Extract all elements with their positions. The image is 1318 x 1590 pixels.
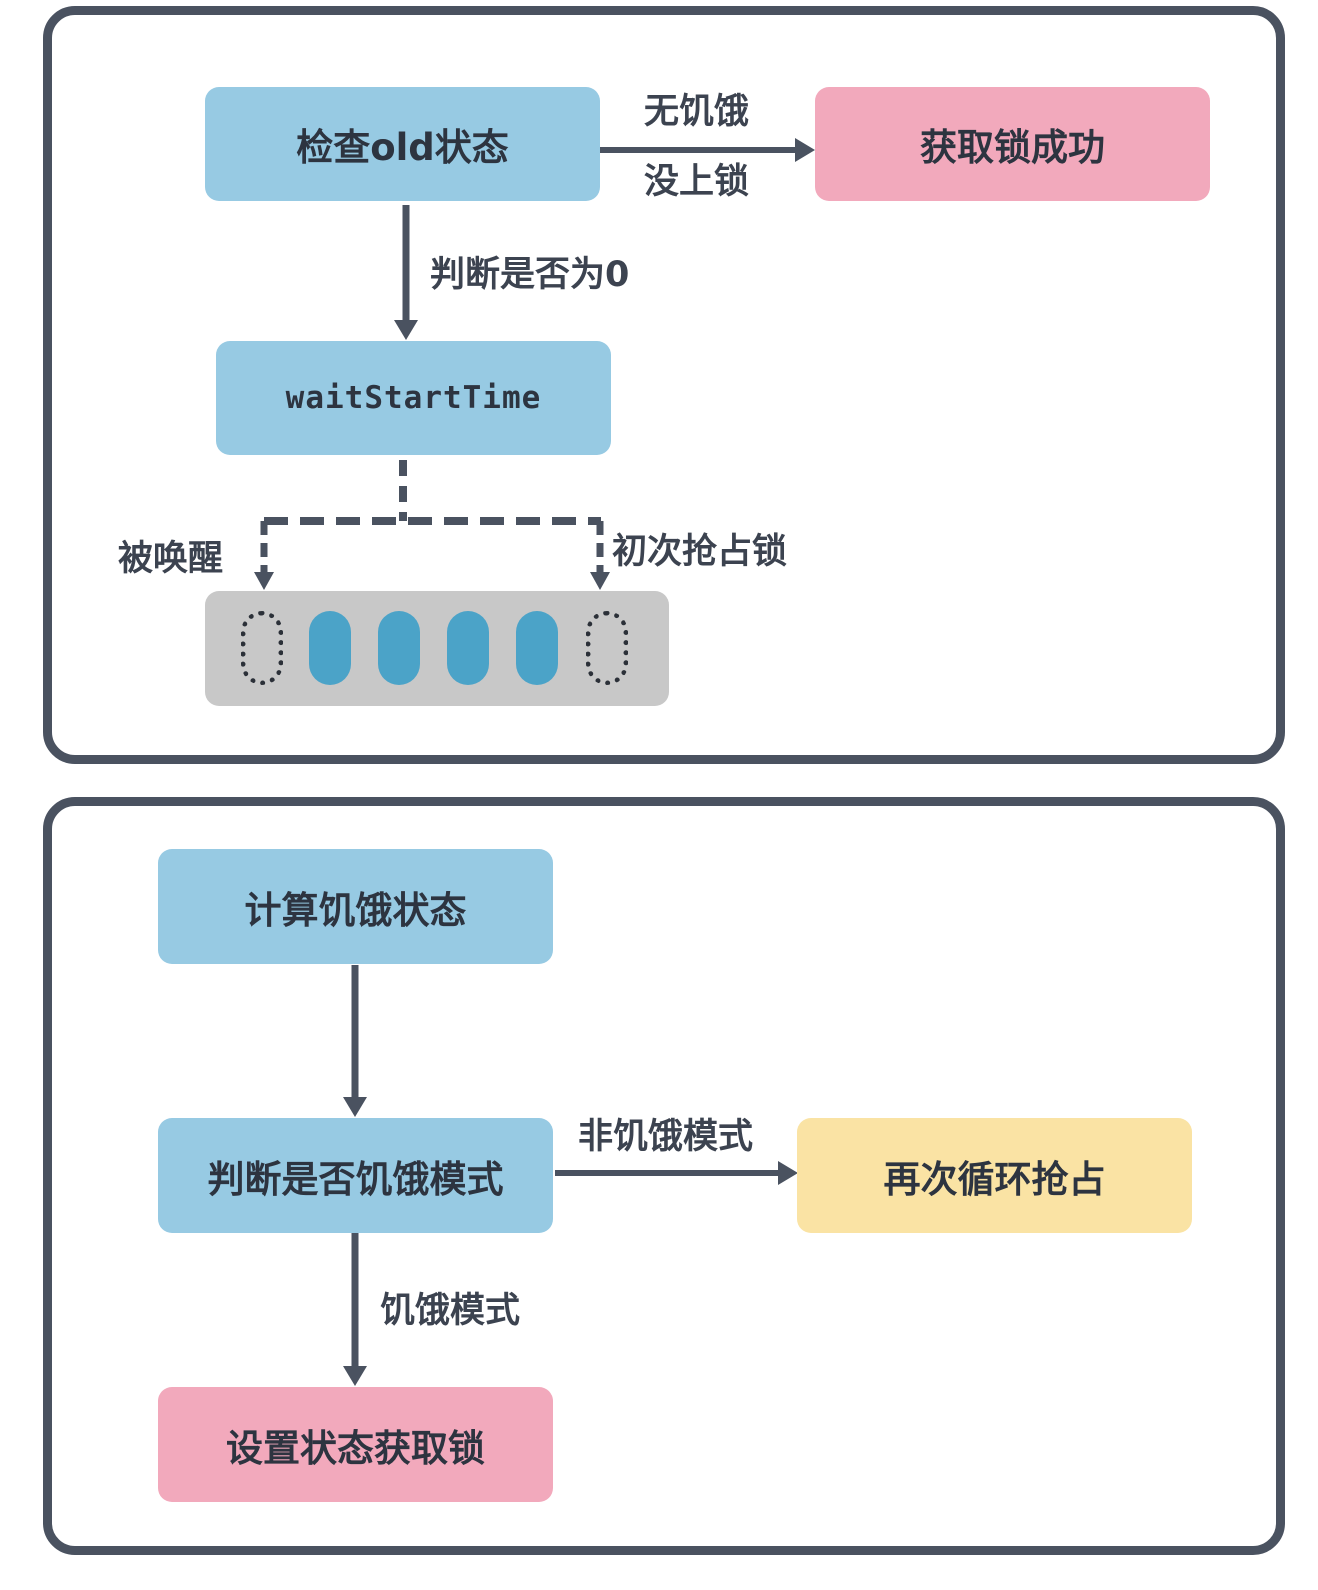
node-retry-grab-text: 再次循环抢占	[883, 1157, 1106, 1201]
queue-slot-empty	[241, 611, 283, 685]
node-compute-starving-text: 计算饥饿状态	[244, 888, 467, 932]
node-check-starving-mode: 判断是否饥饿模式	[158, 1118, 553, 1233]
queue-slot-waiter	[309, 611, 351, 685]
node-wait-start-time-text: waitStartTime	[285, 380, 542, 416]
wait-queue	[205, 591, 669, 706]
node-set-state-acquire: 设置状态获取锁	[158, 1387, 553, 1502]
label-starving: 饥饿模式	[380, 1291, 521, 1331]
label-not-starving: 无饥饿	[644, 92, 750, 132]
label-non-starving: 非饥饿模式	[578, 1117, 754, 1157]
node-wait-start-time: waitStartTime	[216, 341, 611, 455]
node-acquire-lock-success-text: 获取锁成功	[920, 126, 1105, 169]
node-check-starving-mode-text: 判断是否饥饿模式	[207, 1157, 504, 1201]
queue-slot-empty	[586, 611, 628, 685]
queue-slot-waiter	[378, 611, 420, 685]
node-set-state-acquire-text: 设置状态获取锁	[226, 1426, 485, 1470]
node-check-old-state: 检查old状态	[205, 87, 600, 201]
label-first-grab: 初次抢占锁	[612, 532, 788, 572]
node-retry-grab: 再次循环抢占	[797, 1118, 1192, 1233]
label-woken: 被唤醒	[118, 539, 224, 579]
queue-slot-waiter	[516, 611, 558, 685]
node-check-old-state-text: 检查old状态	[296, 126, 509, 169]
label-check-zero: 判断是否为0	[430, 255, 630, 295]
node-compute-starving: 计算饥饿状态	[158, 849, 553, 964]
node-acquire-lock-success: 获取锁成功	[815, 87, 1210, 201]
queue-slot-waiter	[447, 611, 489, 685]
label-not-locked: 没上锁	[644, 162, 750, 202]
